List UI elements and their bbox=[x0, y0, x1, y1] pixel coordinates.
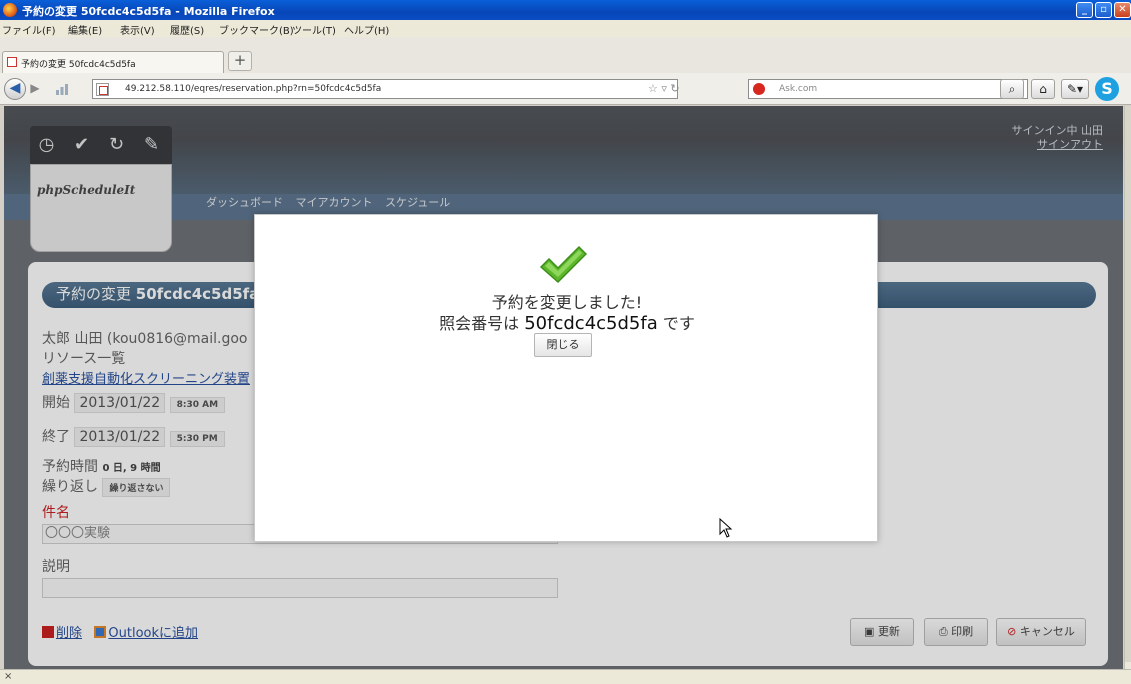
mouse-cursor-icon bbox=[719, 518, 733, 538]
address-bar[interactable]: 49.212.58.110/eqres/reservation.php?rn=5… bbox=[92, 79, 678, 99]
skype-icon[interactable]: S bbox=[1095, 77, 1119, 101]
tab-bar: 予約の変更 50fcdc4c5d5fa + bbox=[0, 37, 1131, 73]
window-title: 予約の変更 50fcdc4c5d5fa - Mozilla Firefox bbox=[22, 5, 275, 18]
checkmark-icon bbox=[539, 245, 587, 284]
url-text: 49.212.58.110/eqres/reservation.php?rn=5… bbox=[125, 84, 382, 94]
tab-label: 予約の変更 50fcdc4c5d5fa bbox=[21, 60, 136, 70]
menu-history[interactable]: 履歴(S) bbox=[170, 22, 204, 37]
close-dialog-button[interactable]: 閉じる bbox=[534, 333, 592, 357]
new-tab-button[interactable]: + bbox=[228, 51, 252, 71]
ask-logo-icon bbox=[753, 83, 765, 95]
firefox-icon bbox=[3, 3, 17, 17]
ref-suffix: です bbox=[662, 314, 695, 333]
calendar-icon bbox=[7, 57, 17, 67]
menu-file[interactable]: ファイル(F) bbox=[2, 22, 56, 37]
addon-icon[interactable]: ✎▾ bbox=[1061, 79, 1089, 99]
minimize-button[interactable]: _ bbox=[1076, 2, 1093, 18]
search-placeholder: Ask.com bbox=[779, 84, 818, 94]
menu-bar: ファイル(F) 編集(E) 表示(V) 履歴(S) ブックマーク(B) ツール(… bbox=[0, 20, 1131, 37]
bar-chart-icon[interactable] bbox=[55, 82, 69, 96]
menu-help[interactable]: ヘルプ(H) bbox=[344, 22, 389, 37]
scrollbar-thumb[interactable] bbox=[1125, 106, 1131, 662]
menu-tools[interactable]: ツール(T) bbox=[292, 22, 336, 37]
home-icon[interactable]: ⌂ bbox=[1031, 79, 1055, 99]
tab-reservation[interactable]: 予約の変更 50fcdc4c5d5fa bbox=[2, 51, 224, 73]
page-content: サインイン中 山田 サインアウト ◷ ✔ ↻ ✎ ダッシュボード マイアカウント… bbox=[4, 106, 1123, 669]
maximize-button[interactable]: ▫ bbox=[1095, 2, 1112, 18]
bookmark-star-icon[interactable]: ☆ ▿ ↻ bbox=[648, 82, 680, 95]
navigation-toolbar: ◀ ▶ 49.212.58.110/eqres/reservation.php?… bbox=[0, 73, 1131, 105]
menu-bookmarks[interactable]: ブックマーク(B) bbox=[219, 22, 294, 37]
reference-line: 照会番号は 50fcdc4c5d5fa です bbox=[255, 310, 879, 334]
menu-edit[interactable]: 編集(E) bbox=[68, 22, 102, 37]
confirmation-dialog: 予約を変更しました! 照会番号は 50fcdc4c5d5fa です 閉じる bbox=[254, 214, 878, 542]
ref-number: 50fcdc4c5d5fa bbox=[524, 313, 658, 334]
close-window-button[interactable]: ✕ bbox=[1114, 2, 1131, 18]
search-icon[interactable]: ⌕ bbox=[1000, 79, 1024, 99]
status-close-icon[interactable]: × bbox=[4, 671, 12, 682]
ref-prefix: 照会番号は bbox=[439, 314, 520, 333]
forward-button[interactable]: ▶ bbox=[27, 81, 43, 97]
calendar-icon bbox=[96, 83, 109, 96]
status-bar: × bbox=[0, 669, 1131, 684]
back-button[interactable]: ◀ bbox=[4, 78, 26, 100]
search-box[interactable]: Ask.com bbox=[748, 79, 1028, 99]
window-titlebar: 予約の変更 50fcdc4c5d5fa - Mozilla Firefox _ … bbox=[0, 0, 1131, 20]
menu-view[interactable]: 表示(V) bbox=[120, 22, 155, 37]
vertical-scrollbar[interactable] bbox=[1124, 106, 1131, 669]
